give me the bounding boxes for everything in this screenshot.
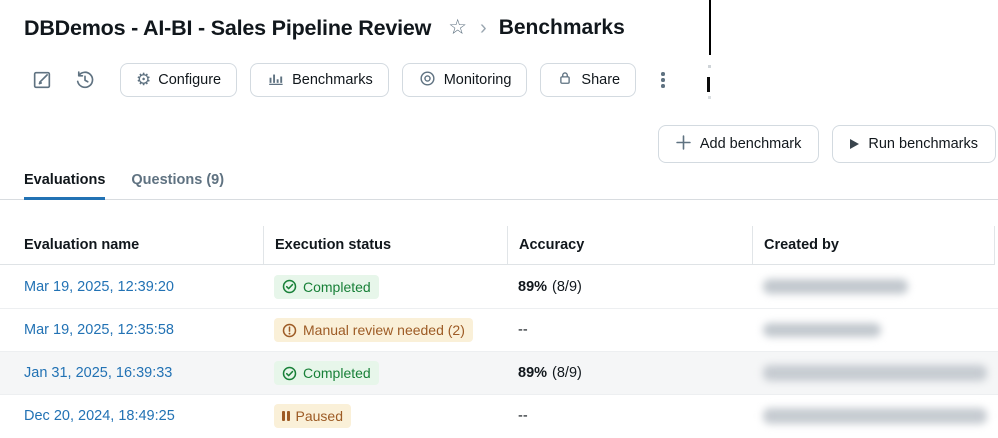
gear-icon: ⚙ [136,70,152,89]
benchmarks-page: DBDemos - AI-BI - Sales Pipeline Review … [0,0,998,438]
toolbar: ⚙ Configure Benchmarks Monitoring Share [30,62,675,98]
chevron-right-icon: › [480,17,487,39]
benchmarks-label: Benchmarks [292,72,373,88]
share-button[interactable]: Share [540,63,637,97]
plus-icon [676,134,691,154]
play-icon [850,139,860,149]
evaluation-link[interactable]: Jan 31, 2025, 16:39:33 [24,365,172,381]
tab-questions[interactable]: Questions (9) [131,172,224,200]
accuracy-value: 89% [518,365,548,381]
accuracy-detail: (8/9) [552,278,582,295]
lock-icon [556,69,574,91]
eye-icon [418,69,437,92]
monitoring-label: Monitoring [443,72,512,88]
table-header-row: Evaluation name Execution status Accurac… [0,226,995,265]
pause-icon [282,411,290,421]
created-by-redacted [763,408,987,424]
status-label: Paused [295,408,343,424]
kebab-menu-icon[interactable] [651,68,675,92]
check-circle-icon [282,279,297,294]
evaluation-link[interactable]: Dec 20, 2024, 18:49:25 [24,408,175,424]
crop-artifact-speck [708,65,711,68]
configure-button[interactable]: ⚙ Configure [120,63,238,97]
edit-icon[interactable] [30,68,54,92]
status-badge-manual-review: Manual review needed (2) [274,318,473,342]
add-benchmark-label: Add benchmark [699,136,802,152]
crop-artifact-speck [708,96,711,99]
add-benchmark-button[interactable]: Add benchmark [657,125,820,163]
column-header-execution-status[interactable]: Execution status [263,226,507,264]
accuracy-value: 89% [518,278,548,295]
column-header-evaluation-name[interactable]: Evaluation name [0,226,263,264]
created-by-redacted [763,323,881,337]
table-row[interactable]: Dec 20, 2024, 18:49:25 Paused -- [0,394,998,437]
run-benchmarks-button[interactable]: Run benchmarks [832,125,996,163]
status-label: Completed [303,365,371,381]
accuracy-detail: (8/9) [552,365,582,381]
crop-artifact-tick [707,77,710,92]
accuracy-value: -- [518,408,528,424]
run-benchmarks-label: Run benchmarks [868,136,978,152]
warning-circle-icon [282,323,297,337]
check-circle-icon [282,366,297,380]
table-row[interactable]: Mar 19, 2025, 12:35:58 Manual review nee… [0,308,998,351]
page-title: DBDemos - AI-BI - Sales Pipeline Review [24,15,432,40]
benchmark-actions: Add benchmark Run benchmarks [657,125,996,163]
status-badge-completed: Completed [274,274,379,299]
status-badge-paused: Paused [274,404,351,428]
favorite-star-icon[interactable]: ☆ [448,17,467,38]
evaluations-table: Evaluation name Execution status Accurac… [0,226,998,437]
table-row[interactable]: Mar 19, 2025, 12:39:20 Completed 89% (8/… [0,265,998,308]
history-icon[interactable] [73,68,97,92]
tab-evaluations[interactable]: Evaluations [24,172,106,200]
created-by-redacted [763,365,987,381]
crop-artifact-line [709,0,711,55]
created-by-redacted [763,279,908,294]
breadcrumb-current: Benchmarks [498,16,625,39]
benchmarks-button[interactable]: Benchmarks [250,63,389,97]
evaluation-link[interactable]: Mar 19, 2025, 12:35:58 [24,322,174,338]
configure-label: Configure [158,72,222,88]
table-row[interactable]: Jan 31, 2025, 16:39:33 Completed 89% (8/… [0,351,998,394]
bar-chart-icon [266,69,285,92]
status-badge-completed: Completed [274,361,379,385]
status-label: Completed [303,278,371,295]
tab-bar: Evaluations Questions (9) [0,172,998,200]
column-header-created-by[interactable]: Created by [752,226,994,264]
share-label: Share [581,72,621,88]
monitoring-button[interactable]: Monitoring [401,63,528,97]
status-label: Manual review needed (2) [303,322,465,338]
accuracy-value: -- [518,322,528,338]
column-header-accuracy[interactable]: Accuracy [507,226,752,264]
breadcrumb: DBDemos - AI-BI - Sales Pipeline Review … [24,12,625,44]
evaluation-link[interactable]: Mar 19, 2025, 12:39:20 [24,279,174,295]
